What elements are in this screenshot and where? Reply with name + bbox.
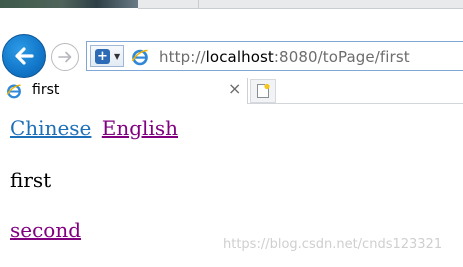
english-link[interactable]: English bbox=[102, 116, 178, 140]
language-links: Chinese English bbox=[10, 116, 178, 140]
add-favorite-icon: + bbox=[95, 49, 110, 64]
favorites-dropdown-button[interactable]: + ▼ bbox=[90, 45, 124, 67]
tab-first[interactable]: first × bbox=[0, 78, 248, 104]
chinese-link[interactable]: Chinese bbox=[10, 116, 91, 140]
tab-title: first bbox=[32, 82, 60, 98]
forward-arrow-icon bbox=[58, 51, 72, 63]
address-bar[interactable]: + ▼ http://localhost:8080/toPage/first bbox=[86, 41, 463, 71]
back-arrow-icon bbox=[15, 47, 34, 65]
url-host: localhost bbox=[205, 48, 274, 66]
url-prefix: http:// bbox=[159, 48, 206, 66]
navigation-bar: + ▼ http://localhost:8080/toPage/first bbox=[0, 34, 463, 78]
background-window-strip bbox=[0, 0, 138, 8]
title-bar-divider bbox=[198, 0, 199, 8]
forward-button[interactable] bbox=[51, 43, 79, 71]
browser-window: + ▼ http://localhost:8080/toPage/first f… bbox=[0, 0, 463, 267]
watermark-text: https://blog.csdn.net/cnds123321 bbox=[223, 237, 443, 252]
window-top-strip bbox=[0, 0, 463, 34]
new-tab-icon bbox=[257, 83, 270, 98]
new-tab-button[interactable] bbox=[250, 79, 276, 103]
tab-bar: first × bbox=[0, 78, 463, 104]
ie-page-icon bbox=[131, 49, 148, 66]
page-text: first bbox=[10, 168, 52, 192]
chevron-down-icon: ▼ bbox=[114, 52, 121, 61]
title-bar-strip bbox=[138, 0, 463, 9]
url-text[interactable]: http://localhost:8080/toPage/first bbox=[159, 48, 410, 66]
url-path: :8080/toPage/first bbox=[273, 48, 410, 66]
ie-page-icon bbox=[6, 84, 21, 99]
back-button[interactable] bbox=[2, 34, 46, 78]
close-tab-icon[interactable]: × bbox=[228, 79, 241, 98]
second-link[interactable]: second bbox=[10, 218, 81, 242]
page-content: Chinese English first second https://blo… bbox=[0, 104, 463, 267]
